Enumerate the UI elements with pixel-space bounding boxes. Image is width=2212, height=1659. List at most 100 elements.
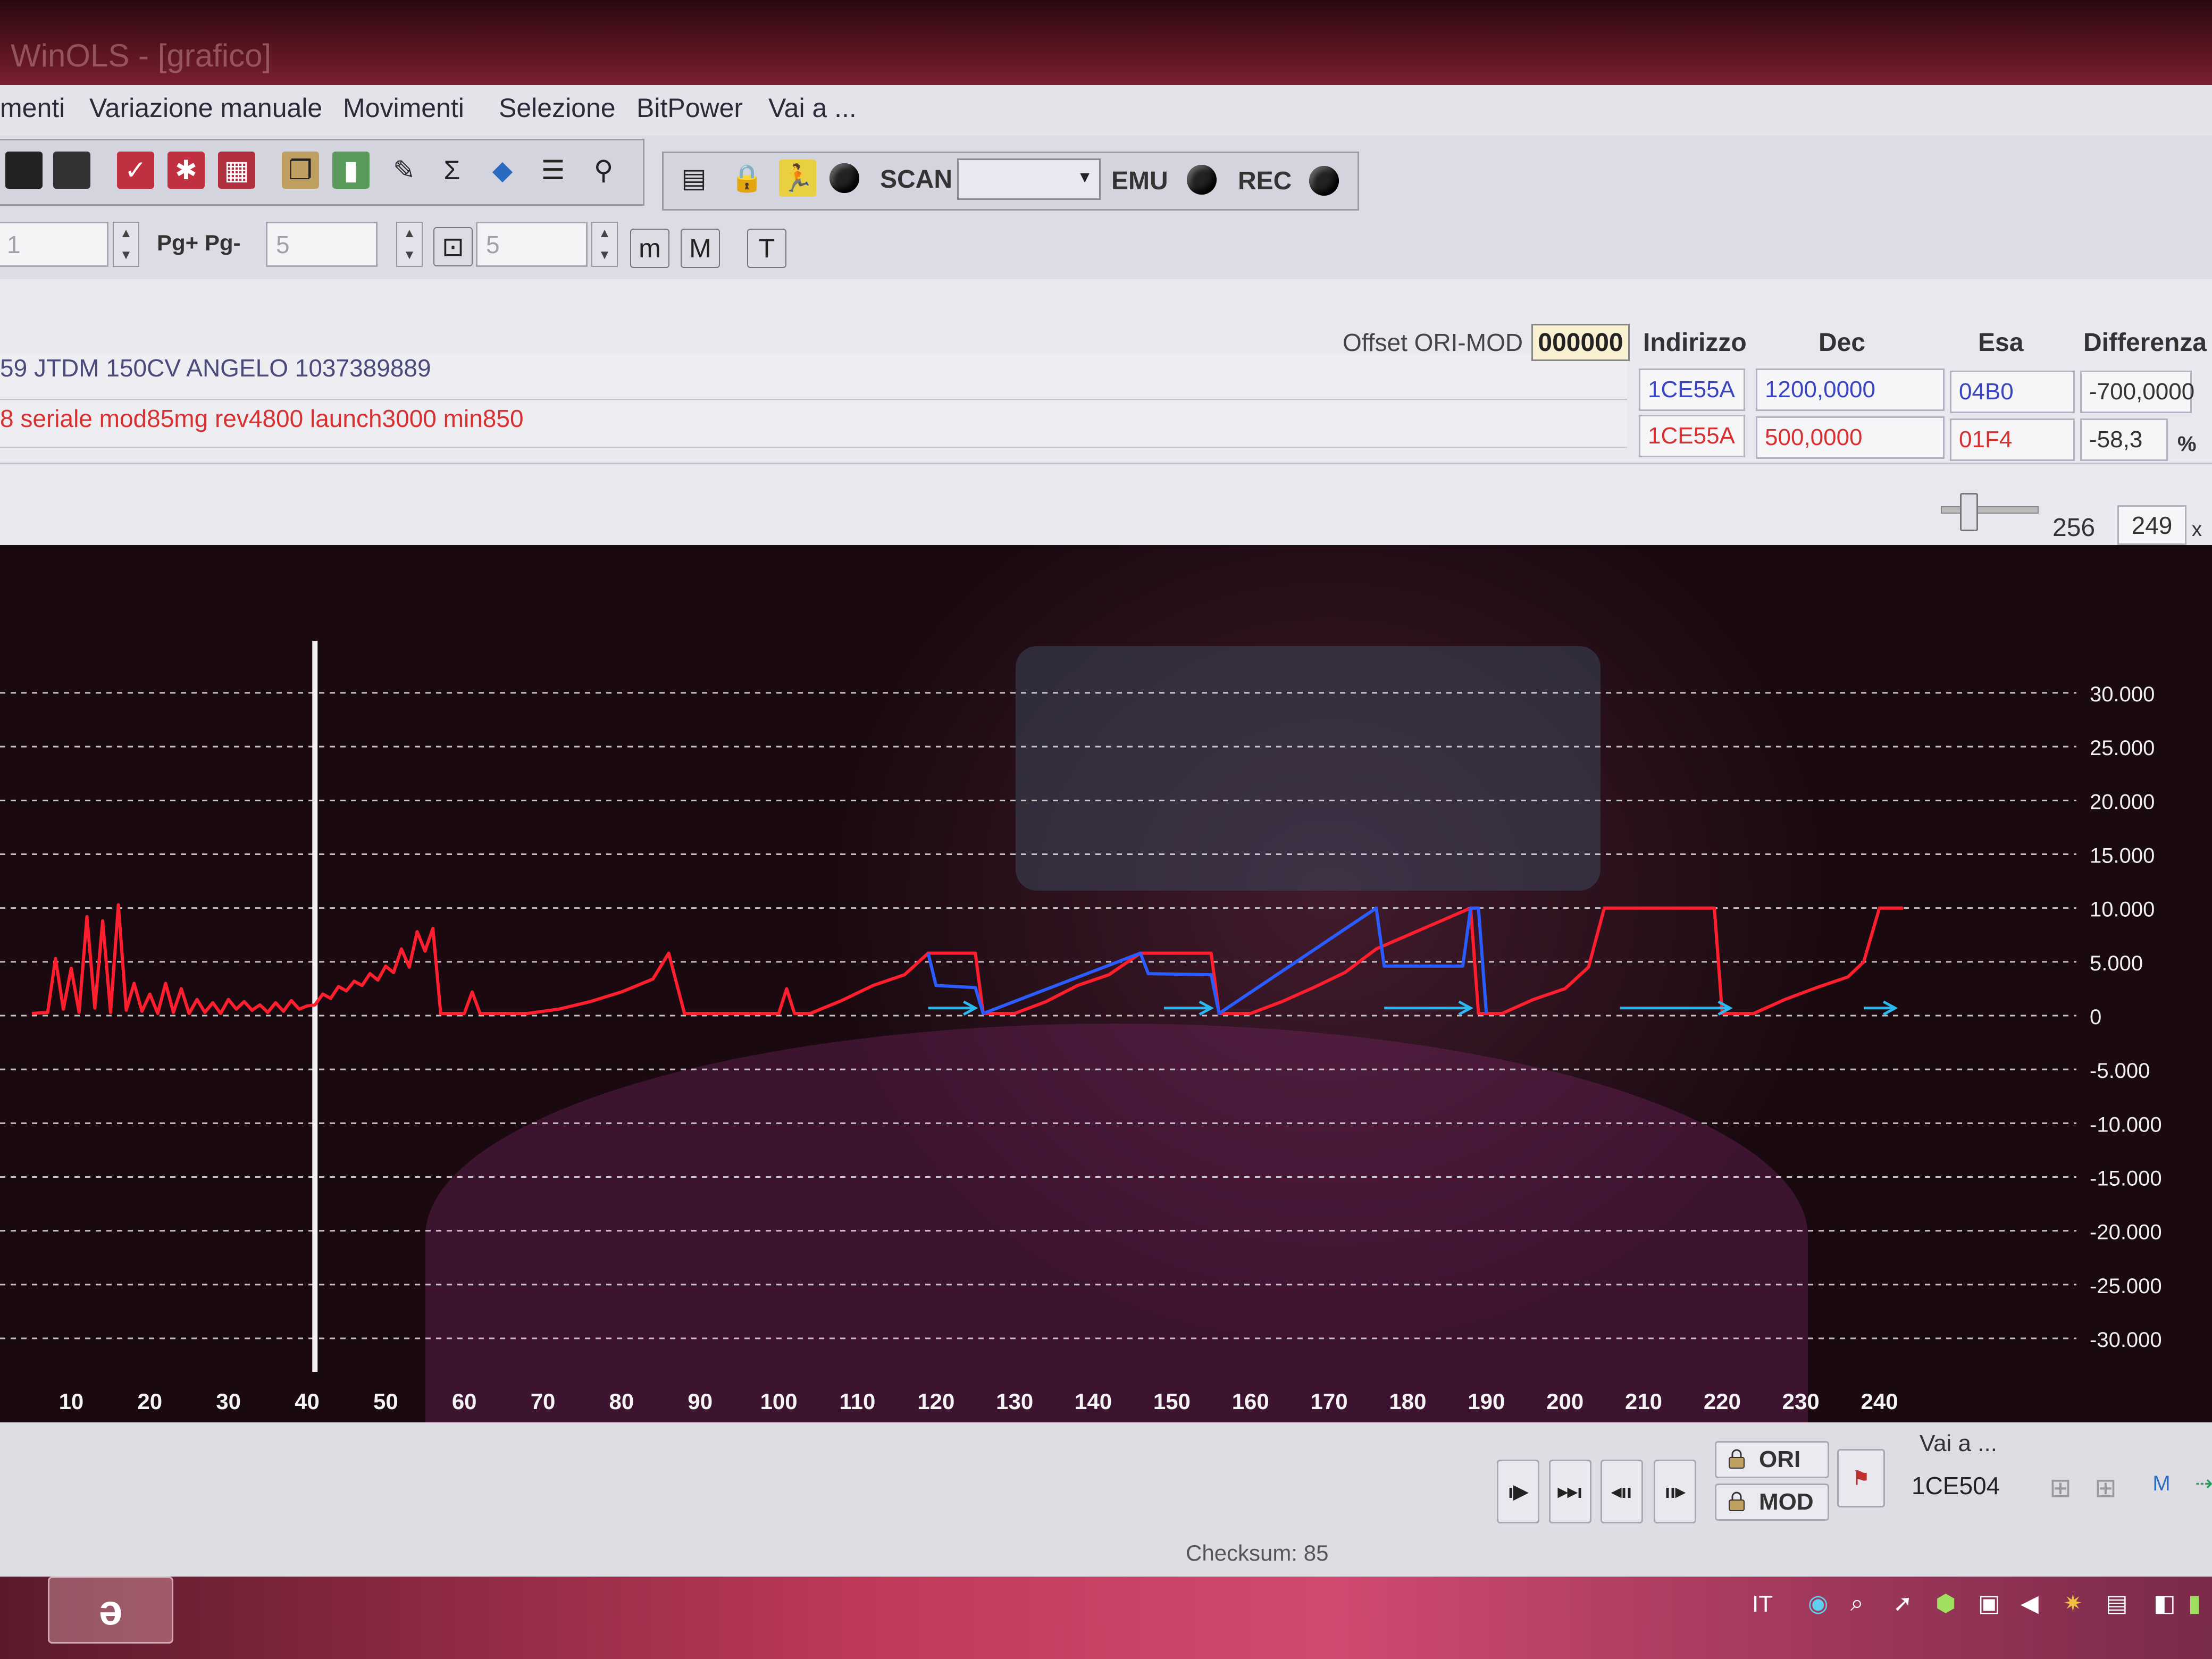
width-slider-thumb[interactable] [1960,493,1978,531]
x-tick-label: 220 [1704,1389,1741,1414]
search-icon[interactable]: ⌕ [1850,1590,1864,1616]
menu-item-variazione-manuale[interactable]: Variazione manuale [89,93,322,123]
rec-dot-icon[interactable] [1309,166,1339,196]
pg-label: Pg+ Pg- [157,230,241,255]
start-field[interactable]: 1 [0,222,108,267]
x-tick-label: 190 [1468,1389,1505,1414]
compare-icon[interactable]: ✓ [117,152,154,189]
columns-field[interactable]: 5 [476,222,588,267]
prev-step-icon[interactable]: ◂ıı [1601,1460,1643,1523]
goto-address[interactable]: 1CE504 [1912,1471,2000,1500]
slider-value-field[interactable]: 249 [2117,505,2186,545]
tray-app-icon[interactable]: ⬢ [1936,1590,1956,1617]
view-M-icon[interactable]: M [681,229,720,268]
graph-area[interactable]: 30.000 25.000 20.000 15.000 10.000 5.000 0 -5.0… [0,545,2212,1422]
y-tick-label: -10.000 [2090,1113,2162,1136]
offset-label: Offset ORI-MOD [1343,329,1523,356]
mark-icon[interactable]: ✱ [167,152,205,189]
rec-label: REC [1238,167,1292,195]
offset-field[interactable]: 000000 [1531,324,1630,361]
next-page-icon[interactable]: ▸▸ı [1549,1460,1591,1523]
x-tick-label: 160 [1232,1389,1269,1414]
x-tick-label: 120 [917,1389,954,1414]
tray-app-icon-2[interactable]: ▣ [1978,1590,2000,1617]
menu-item-vai-a[interactable]: Vai a ... [768,93,857,123]
y-tick-label: -5.000 [2090,1059,2150,1083]
mod-address: 1CE55A [1639,415,1745,457]
header-esa: Esa [1978,329,2024,357]
grid-icon[interactable]: ⊞ [2042,1469,2079,1506]
mod-label: MOD [1759,1489,1814,1515]
page-toolbar: 1 ▲ ▼ Pg+ Pg- 5 ▲ ▼ ⊡ 5 ▲ ▼ m M T [0,215,2212,280]
view-t-icon[interactable]: T [747,229,786,268]
ori-dec-value: 1200,0000 [1756,368,1945,411]
tray-app-icon-3[interactable]: ▤ [2106,1590,2128,1617]
volume-icon[interactable]: ◀ [2021,1590,2039,1617]
arrow-icon[interactable]: ➚ [1893,1590,1913,1617]
ori-lock-button[interactable]: ORI [1715,1441,1829,1478]
language-indicator[interactable]: IT [1752,1591,1773,1618]
x-tick-label: 10 [59,1389,84,1414]
menu-item-movimenti[interactable]: Movimenti [343,93,464,123]
battery-tray-icon[interactable]: ▮ [2188,1590,2201,1617]
marker-icon[interactable]: M [2143,1465,2180,1502]
view-m-icon[interactable]: m [630,229,669,268]
pg-step-field[interactable]: 5 [266,222,378,267]
x-tick-label: 240 [1861,1389,1898,1414]
taskbar-app-button[interactable]: ǝ [48,1577,173,1644]
binoculars-icon[interactable]: ⚲ [585,152,622,189]
menu-item-selezione[interactable]: Selezione [499,93,616,123]
black-square-icon[interactable] [5,152,43,189]
grid-icon-2[interactable]: ⊞ [2087,1469,2124,1506]
sigma-icon[interactable]: Σ [433,152,471,189]
title-bar: WinOLS - [grafico] [0,0,2212,85]
mod-lock-button[interactable]: MOD [1715,1484,1829,1521]
black-square-icon-2[interactable] [53,152,90,189]
scan-select[interactable]: ▼ [957,158,1101,200]
shapes-icon[interactable]: ◆ [484,152,521,189]
network-icon[interactable]: ◉ [1808,1590,1828,1617]
divider [0,463,2212,464]
line-chart[interactable]: 30.000 25.000 20.000 15.000 10.000 5.000 0 -5.0… [0,545,2212,1422]
winols-screen: WinOLS - [grafico] menti Variazione manu… [0,0,2212,1659]
menu-item-strumenti[interactable]: menti [0,93,65,123]
start-spinner[interactable]: ▲ ▼ [113,222,139,267]
chevron-down-icon: ▼ [1077,169,1093,186]
x-tick-label: 150 [1153,1389,1191,1414]
battery-icon[interactable]: ▮ [332,152,370,189]
play-icon[interactable]: ı▶ [1497,1460,1539,1523]
spin-down-icon: ▼ [403,247,416,262]
y-tick-label: -15.000 [2090,1167,2162,1191]
flag-icon[interactable]: ⚑ [1837,1449,1885,1507]
x-tick-label: 90 [688,1389,713,1414]
window-icon[interactable]: ▤ [675,160,713,197]
marker-icon-2[interactable]: ⇢ [2185,1465,2212,1502]
slider-unit: x [2192,518,2202,541]
copy-icon[interactable]: ❐ [282,152,319,189]
y-tick-label: 5.000 [2090,952,2143,975]
edit-icon[interactable]: ✎ [386,152,423,189]
x-tick-label: 30 [216,1389,241,1414]
lines-icon[interactable]: ☰ [534,152,572,189]
columns-spinner[interactable]: ▲ ▼ [591,222,618,267]
pg-spinner[interactable]: ▲ ▼ [396,222,423,267]
runner-icon[interactable]: 🏃 [779,160,816,197]
columns-icon[interactable]: ⊡ [433,227,473,266]
tray-star-icon[interactable]: ✷ [2063,1590,2083,1617]
table-icon[interactable]: ▦ [218,152,255,189]
lock-icon[interactable]: 🔒 [728,160,766,197]
x-tick-label: 200 [1546,1389,1583,1414]
window-title: WinOLS - [grafico] [11,38,272,73]
menu-item-bitpower[interactable]: BitPower [636,93,743,123]
tray-app-icon-4[interactable]: ◧ [2154,1590,2176,1617]
mod-file-name: 8 seriale mod85mg rev4800 launch3000 min… [0,405,524,432]
lock-icon [1729,1449,1745,1469]
slider-max: 256 [2052,514,2096,542]
emu-dot-icon[interactable] [1187,165,1217,195]
width-slider-track[interactable] [1941,506,2039,514]
next-step-icon[interactable]: ıı▸ [1654,1460,1696,1523]
goto-label: Vai a ... [1920,1430,1997,1456]
connect-dot-icon[interactable] [830,163,859,193]
ori-address: 1CE55A [1639,368,1745,411]
header-differenza: Differenza [2083,329,2207,357]
